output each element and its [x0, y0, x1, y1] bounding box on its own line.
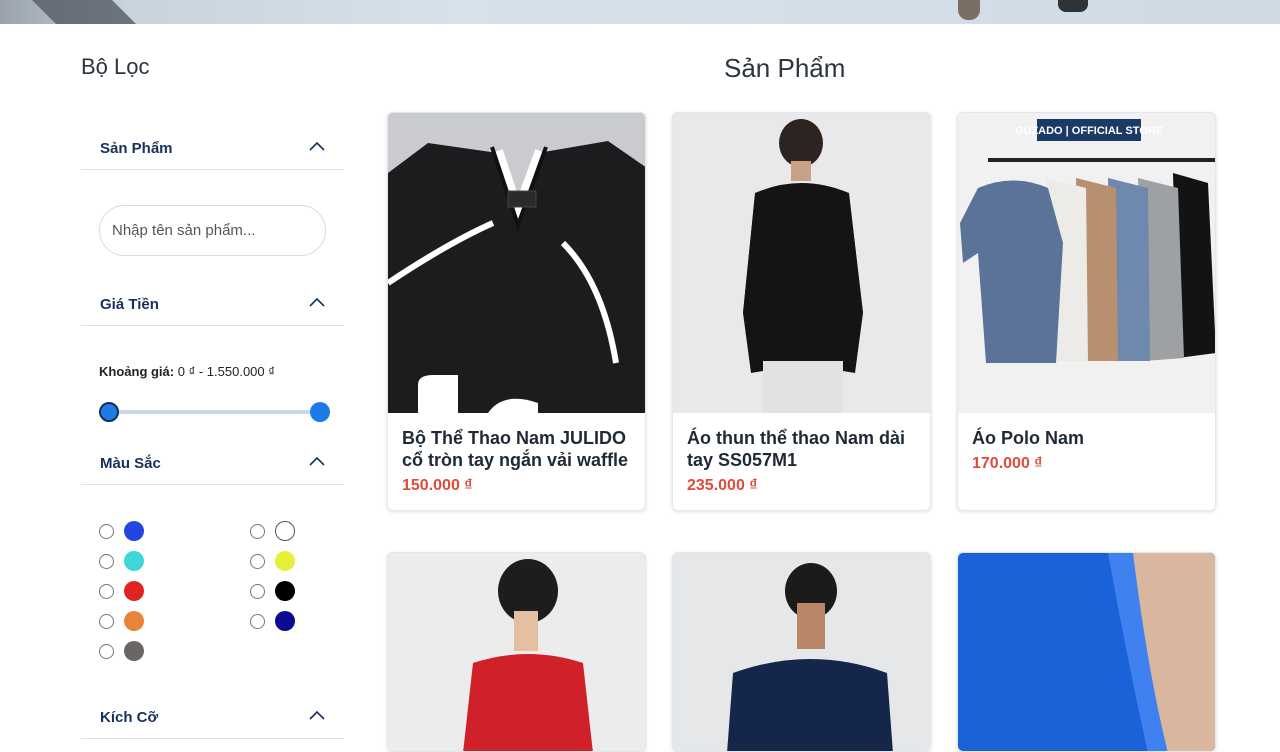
price-slider-max-handle[interactable]	[310, 402, 330, 422]
filter-title: Bộ Lọc	[81, 54, 150, 79]
product-card[interactable]	[672, 552, 931, 752]
color-swatch[interactable]	[275, 611, 295, 631]
color-swatch[interactable]	[275, 551, 295, 571]
product-image[interactable]	[958, 553, 1215, 751]
color-option[interactable]	[250, 551, 295, 571]
top-banner	[0, 0, 1280, 24]
section-label: Sản Phẩm	[100, 140, 173, 157]
chevron-up-icon[interactable]	[308, 453, 326, 471]
section-label: Màu Sắc	[100, 455, 161, 472]
filter-section-price[interactable]: Giá Tiền	[81, 282, 344, 326]
product-name[interactable]: Áo Polo Nam	[972, 427, 1204, 449]
product-name[interactable]: Áo thun thể thao Nam dài tay SS057M1	[687, 427, 919, 471]
color-option[interactable]	[99, 551, 144, 571]
color-option[interactable]	[250, 581, 295, 601]
color-swatch[interactable]	[124, 611, 144, 631]
color-radio[interactable]	[99, 583, 114, 599]
color-swatch[interactable]	[124, 641, 144, 661]
color-radio[interactable]	[250, 553, 265, 569]
product-image[interactable]	[388, 553, 645, 751]
product-name[interactable]: Bộ Thể Thao Nam JULIDO cổ tròn tay ngắn …	[402, 427, 634, 471]
product-image[interactable]	[673, 553, 930, 751]
product-card[interactable]: Áo thun thể thao Nam dài tay SS057M1 235…	[672, 112, 931, 511]
color-option[interactable]	[99, 641, 144, 661]
color-option[interactable]	[250, 611, 295, 631]
price-slider-track[interactable]	[109, 410, 320, 414]
price-range-label: Khoảng giá:	[99, 364, 175, 379]
product-card[interactable]	[957, 552, 1216, 752]
price-range-text: Khoảng giá: 0 ₫ - 1.550.000 ₫	[99, 364, 275, 379]
product-price: 170.000 ₫	[972, 455, 1043, 472]
product-search-input[interactable]	[99, 205, 326, 256]
products-title: Sản Phẩm	[724, 53, 846, 83]
section-label: Kích Cỡ	[100, 709, 159, 726]
color-radio[interactable]	[99, 643, 114, 659]
svg-text:GUZADO | OFFICIAL STORE: GUZADO | OFFICIAL STORE	[1015, 125, 1163, 137]
color-swatch[interactable]	[124, 581, 144, 601]
chevron-up-icon[interactable]	[308, 707, 326, 725]
filter-section-color[interactable]: Màu Sắc	[81, 441, 344, 485]
color-option[interactable]	[250, 521, 295, 541]
color-option[interactable]	[99, 581, 144, 601]
product-card[interactable]	[387, 552, 646, 752]
color-option[interactable]	[99, 611, 144, 631]
color-swatch[interactable]	[275, 521, 295, 541]
filter-section-product[interactable]: Sản Phẩm	[81, 126, 344, 170]
color-radio[interactable]	[99, 613, 114, 629]
chevron-up-icon[interactable]	[308, 294, 326, 312]
color-radio[interactable]	[250, 613, 265, 629]
color-swatch[interactable]	[124, 551, 144, 571]
product-image[interactable]: GUZADO | OFFICIAL STORE	[958, 113, 1215, 413]
product-card[interactable]: GUZADO | OFFICIAL STORE Áo Polo Nam 170.…	[957, 112, 1216, 511]
color-swatch[interactable]	[124, 521, 144, 541]
color-radio[interactable]	[250, 523, 265, 539]
color-option[interactable]	[99, 521, 144, 541]
product-card[interactable]: Bộ Thể Thao Nam JULIDO cổ tròn tay ngắn …	[387, 112, 646, 511]
chevron-up-icon[interactable]	[308, 138, 326, 156]
product-image[interactable]	[673, 113, 930, 413]
product-price: 235.000 ₫	[687, 477, 758, 494]
color-radio[interactable]	[99, 523, 114, 539]
color-radio[interactable]	[250, 583, 265, 599]
price-slider-min-handle[interactable]	[99, 402, 119, 422]
color-radio[interactable]	[99, 553, 114, 569]
filter-section-size[interactable]: Kích Cỡ	[81, 695, 344, 739]
product-image[interactable]	[388, 113, 645, 413]
color-swatch[interactable]	[275, 581, 295, 601]
section-label: Giá Tiền	[100, 296, 159, 313]
product-price: 150.000 ₫	[402, 477, 473, 494]
price-range-value: 0 ₫ - 1.550.000 ₫	[177, 364, 275, 379]
